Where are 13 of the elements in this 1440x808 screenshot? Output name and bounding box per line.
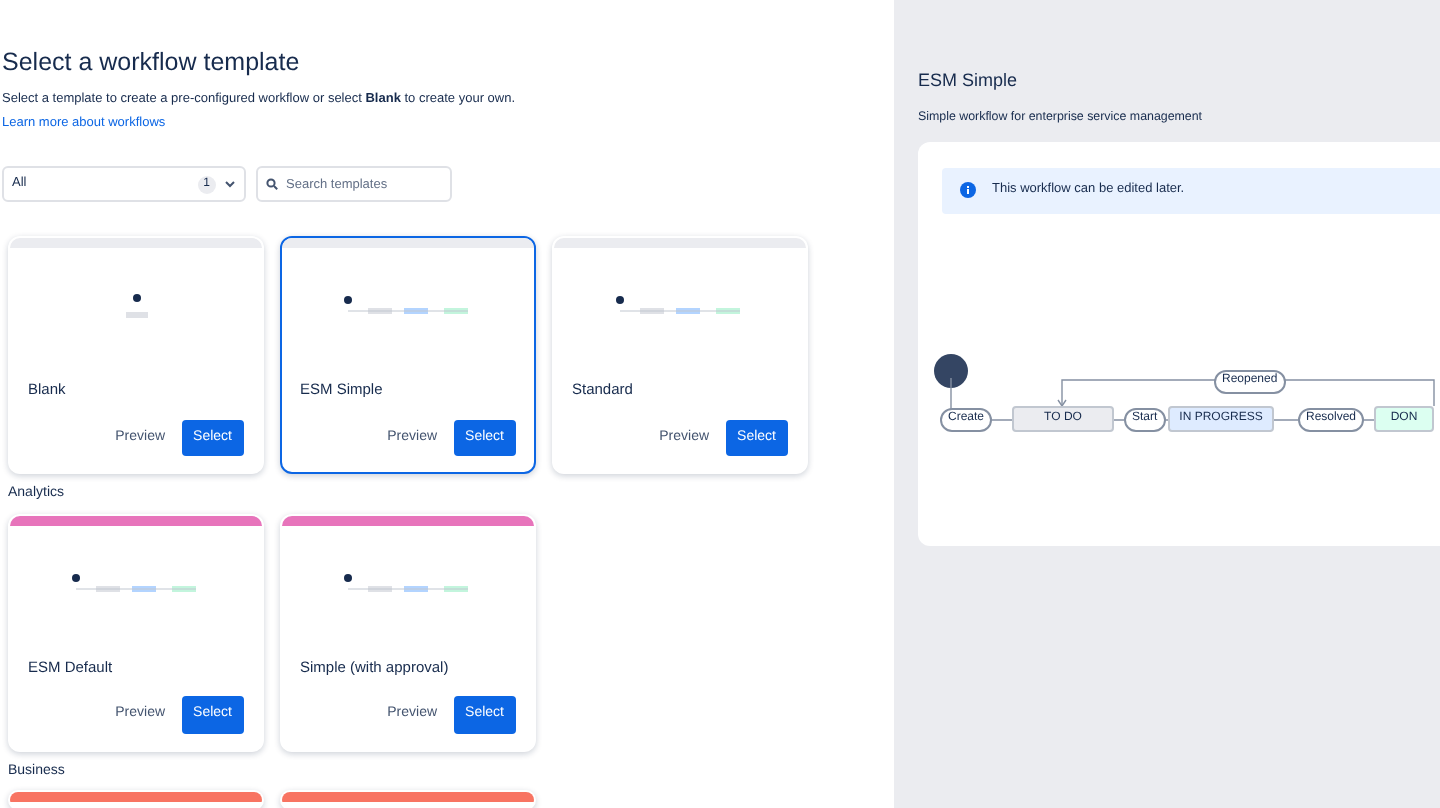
template-card[interactable] [8, 790, 264, 808]
workflow-thumbnail-drawing [125, 294, 147, 319]
info-icon [960, 182, 976, 199]
search-icon [266, 178, 278, 191]
page-title: Select a workflow template [2, 46, 302, 80]
workflow-thumbnail-drawing [616, 296, 744, 317]
template-card[interactable] [280, 790, 536, 808]
start-node [934, 353, 968, 388]
workflow-thumbnail-drawing [72, 573, 200, 594]
detail-title: ESM Simple [918, 68, 1020, 94]
workflow-thumbnail-drawing [344, 573, 472, 594]
chevron-down-icon [224, 180, 236, 189]
workflow-thumbnail-drawing [344, 296, 472, 317]
